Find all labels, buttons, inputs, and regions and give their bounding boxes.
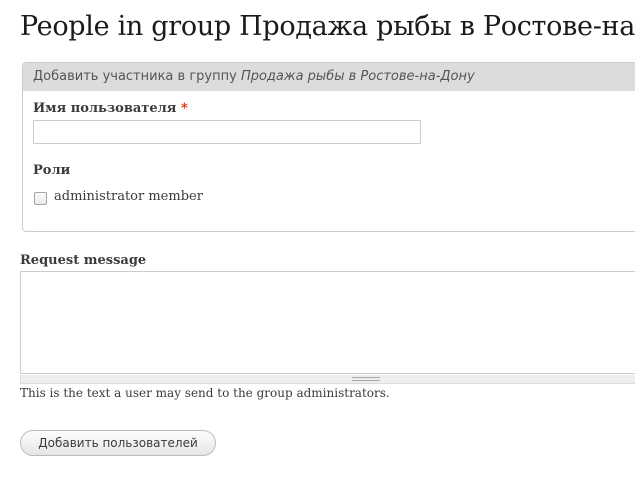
legend-group-name: Продажа рыбы в Ростове-на-Дону (240, 69, 475, 84)
add-member-legend: Добавить участника в группу Продажа рыбы… (23, 63, 635, 91)
request-message-textarea[interactable] (20, 271, 635, 374)
username-input[interactable] (33, 120, 421, 144)
username-label-text: Имя пользователя (33, 101, 177, 116)
page-title: People in group Продажа рыбы в Ростове-н… (20, 11, 635, 42)
required-marker: * (180, 101, 188, 116)
request-message-label: Request message (20, 253, 147, 268)
page: People in group Продажа рыбы в Ростове-н… (0, 0, 635, 484)
username-label: Имя пользователя * (33, 101, 188, 116)
add-users-button[interactable]: Добавить пользователей (20, 430, 216, 456)
roles-label: Роли (33, 163, 71, 178)
role-administrator-label[interactable]: administrator member (54, 189, 203, 204)
legend-prefix: Добавить участника в группу (33, 69, 237, 84)
request-message-description: This is the text a user may send to the … (20, 386, 390, 400)
grip-icon (352, 377, 380, 381)
textarea-resize-handle[interactable] (20, 375, 635, 384)
add-member-fieldset: Добавить участника в группу Продажа рыбы… (22, 62, 635, 232)
role-administrator-checkbox[interactable] (34, 192, 47, 205)
